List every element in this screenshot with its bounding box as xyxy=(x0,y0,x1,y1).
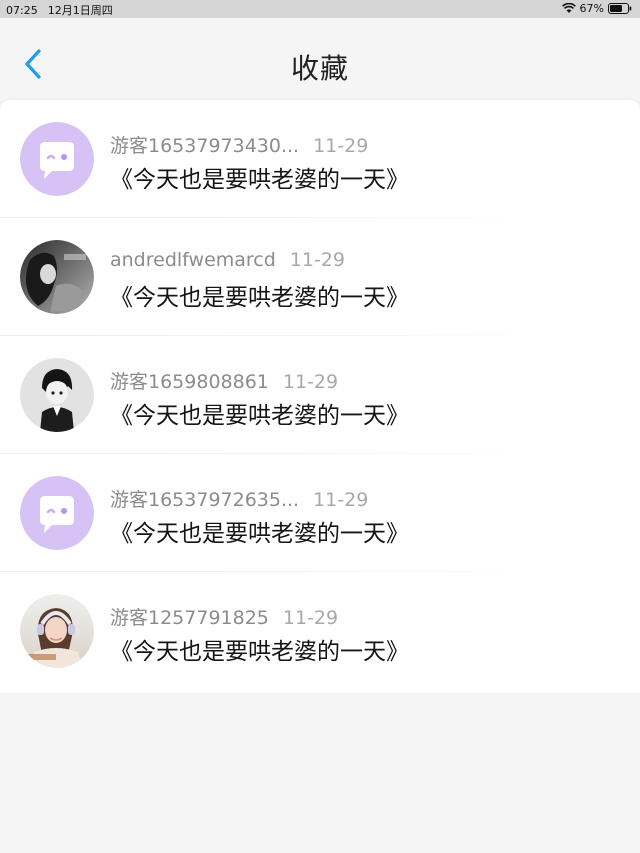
username: 游客16537972635... xyxy=(110,489,300,511)
item-meta: 游客16537972635... 11-29 xyxy=(110,485,368,512)
item-meta: 游客16537973430... 11-29 xyxy=(110,131,368,158)
item-meta: andredlfwemarcd 11-29 xyxy=(110,249,345,271)
item-date: 11-29 xyxy=(313,489,369,511)
photo-girl-grayscale-icon xyxy=(20,240,94,314)
item-title: 《今天也是要哄老婆的一天》 xyxy=(110,521,409,547)
photo-girl-headphones-icon xyxy=(20,594,94,668)
anime-boy-icon xyxy=(20,358,94,432)
default-chat-avatar-icon xyxy=(20,122,94,196)
username: 游客1659808861 xyxy=(110,371,269,393)
status-time: 07:25 xyxy=(6,4,38,17)
battery-percent: 67% xyxy=(579,2,604,15)
favorite-item[interactable]: 游客16537972635... 11-29 《今天也是要哄老婆的一天》 xyxy=(0,454,640,572)
favorites-list: 游客16537973430... 11-29 《今天也是要哄老婆的一天》 and… xyxy=(0,100,640,693)
status-bar: 07:25 12月1日周四 67% xyxy=(0,0,640,18)
username: andredlfwemarcd xyxy=(110,249,276,271)
item-title: 《今天也是要哄老婆的一天》 xyxy=(110,167,409,193)
favorite-item[interactable]: 游客16537973430... 11-29 《今天也是要哄老婆的一天》 xyxy=(0,100,640,218)
wifi-icon xyxy=(561,3,576,14)
favorite-item[interactable]: 游客1257791825 11-29 《今天也是要哄老婆的一天》 xyxy=(0,572,640,690)
nav-header: 收藏 xyxy=(0,18,640,100)
item-date: 11-29 xyxy=(289,249,346,271)
status-date: 12月1日周四 xyxy=(47,4,113,17)
item-date: 11-29 xyxy=(282,371,339,393)
status-right: 67% xyxy=(561,2,632,15)
battery-icon xyxy=(608,3,632,14)
default-chat-avatar-icon xyxy=(20,476,94,550)
favorite-item[interactable]: 游客1659808861 11-29 《今天也是要哄老婆的一天》 xyxy=(0,336,640,454)
avatar[interactable] xyxy=(20,594,94,668)
item-title: 《今天也是要哄老婆的一天》 xyxy=(110,639,409,665)
favorite-item[interactable]: andredlfwemarcd 11-29 《今天也是要哄老婆的一天》 xyxy=(0,218,640,336)
avatar[interactable] xyxy=(20,122,94,196)
item-meta: 游客1257791825 11-29 xyxy=(110,603,338,630)
item-title: 《今天也是要哄老婆的一天》 xyxy=(110,285,409,311)
status-left: 07:25 12月1日周四 xyxy=(6,2,113,18)
item-meta: 游客1659808861 11-29 xyxy=(110,367,338,394)
avatar[interactable] xyxy=(20,240,94,314)
item-date: 11-29 xyxy=(313,135,369,157)
username: 游客1257791825 xyxy=(110,607,269,629)
page-title: 收藏 xyxy=(290,52,349,85)
avatar[interactable] xyxy=(20,358,94,432)
username: 游客16537973430... xyxy=(110,135,300,157)
item-title: 《今天也是要哄老婆的一天》 xyxy=(110,403,409,429)
avatar[interactable] xyxy=(20,476,94,550)
item-date: 11-29 xyxy=(282,607,339,629)
